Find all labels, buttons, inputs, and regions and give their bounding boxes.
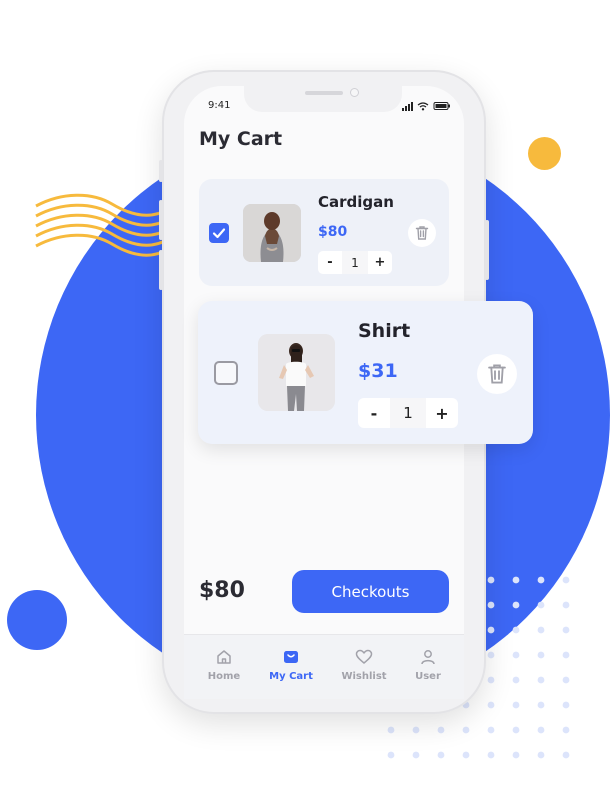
decor-dot [512,651,520,659]
home-icon [217,650,231,664]
decor-dot [487,576,495,584]
wifi-icon [417,102,429,108]
tab-home[interactable]: Home [192,648,256,682]
decor-dot [562,726,570,734]
decor-dot [387,726,395,734]
decor-dot [487,676,495,684]
decor-dot [537,726,545,734]
battery-icon [433,102,450,110]
decor-dot [562,701,570,709]
heart-icon [355,649,373,664]
decor-dot [537,576,545,584]
phone-power-button [485,220,489,280]
decor-dot [487,601,495,609]
decrease-button[interactable]: - [358,398,390,428]
decor-dot [512,626,520,634]
decor-dot [512,601,520,609]
quantity-value: 1 [390,398,426,428]
delete-button[interactable] [477,354,517,394]
decor-dot [537,601,545,609]
decor-yellow-dot [528,137,561,170]
quantity-stepper: - 1 + [318,251,394,274]
page-title: My Cart [199,128,283,150]
tab-label: User [415,671,441,682]
decor-dot [512,676,520,684]
decor-dot [512,751,520,759]
delete-button[interactable] [408,219,436,247]
decor-dot [512,726,520,734]
decor-dot [487,651,495,659]
quantity-value: 1 [342,251,368,274]
decor-dot [537,626,545,634]
increase-button[interactable]: + [426,398,458,428]
tab-label: My Cart [269,671,313,682]
status-time: 9:41 [208,100,231,111]
decor-dot [537,676,545,684]
decor-dot [562,601,570,609]
product-price: $31 [358,360,398,382]
tab-my-cart[interactable]: My Cart [259,648,323,682]
decor-dot [537,751,545,759]
item-checkbox-unchecked[interactable] [214,361,238,385]
decor-dot [462,751,470,759]
decor-dot [412,726,420,734]
decor-dot [537,651,545,659]
tab-wishlist[interactable]: Wishlist [332,648,396,682]
decor-dot [562,651,570,659]
trash-icon [415,226,429,240]
decor-wave-lines [35,193,171,257]
product-image-cardigan [243,204,301,262]
phone-side-button [159,160,163,182]
decor-dot [462,726,470,734]
decor-dot [487,751,495,759]
phone-notch [244,86,402,112]
status-icons [402,102,450,111]
cart-total: $80 [199,578,245,603]
decrease-button[interactable]: - [318,251,342,274]
user-icon [421,650,435,665]
trash-icon [488,364,506,384]
item-checkbox-checked[interactable] [209,223,229,243]
product-name: Cardigan [318,193,394,211]
checkout-button[interactable]: Checkouts [292,570,449,613]
tab-label: Wishlist [341,671,387,682]
product-image-shirt [258,334,335,411]
decor-dot [437,726,445,734]
decor-dot [537,701,545,709]
phone-speaker [305,91,343,95]
phone-side-button [159,250,163,290]
decor-dot [562,576,570,584]
tab-label: Home [207,671,241,682]
decor-dot [412,751,420,759]
decor-dot [437,751,445,759]
increase-button[interactable]: + [368,251,392,274]
decor-dot [387,751,395,759]
cart-bag-icon [284,651,298,663]
phone-side-button [159,200,163,240]
signal-icon [402,102,413,111]
decor-blue-dot [7,590,67,650]
decor-dot [562,626,570,634]
check-icon [212,228,226,239]
product-price: $80 [318,224,348,240]
decor-dot [562,676,570,684]
decor-dot [562,751,570,759]
product-name: Shirt [358,320,411,342]
decor-dot [512,701,520,709]
decor-dot [487,701,495,709]
decor-dot [512,576,520,584]
tab-user[interactable]: User [396,648,460,682]
decor-dot [487,626,495,634]
phone-camera [350,88,359,97]
decor-dot [487,726,495,734]
quantity-stepper: - 1 + [358,398,458,428]
